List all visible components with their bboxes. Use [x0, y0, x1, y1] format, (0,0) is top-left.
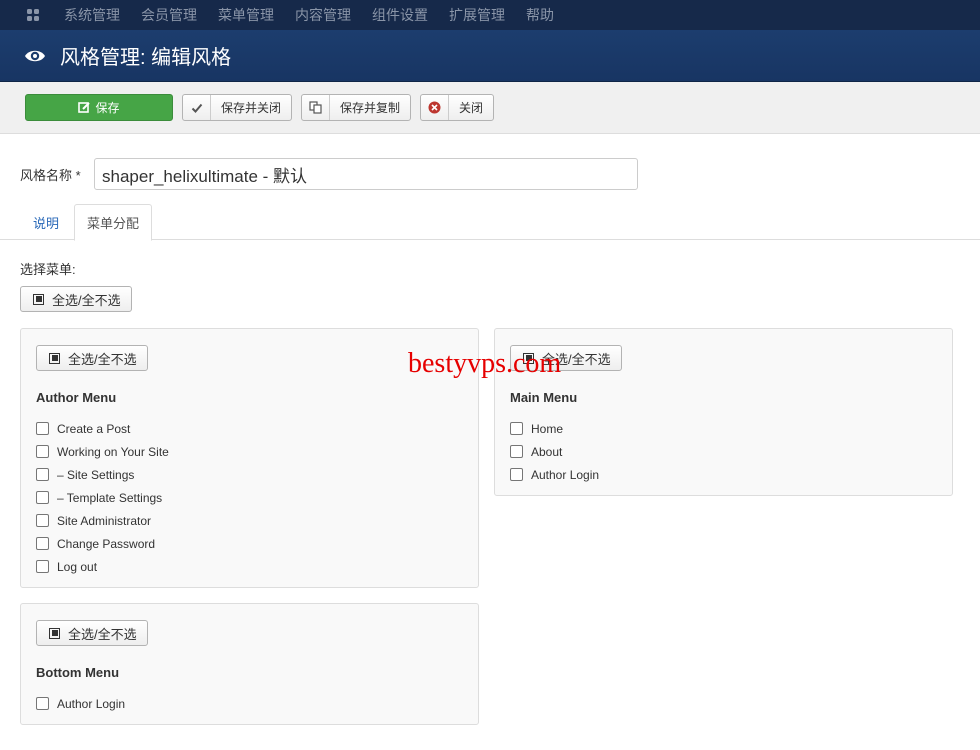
- menu-item: Home: [510, 417, 937, 440]
- nav-menus[interactable]: 菜单管理: [218, 0, 274, 30]
- top-navbar: 系统管理 会员管理 菜单管理 内容管理 组件设置 扩展管理 帮助: [0, 0, 980, 30]
- menu-item-checkbox[interactable]: [36, 514, 49, 527]
- menu-item-checkbox[interactable]: [36, 468, 49, 481]
- menu-item: Author Login: [36, 692, 463, 715]
- check-icon: [183, 95, 211, 120]
- toggle-all-button[interactable]: 全选/全不选: [20, 286, 132, 312]
- save-button[interactable]: 保存: [25, 94, 173, 121]
- nav-help[interactable]: 帮助: [526, 0, 554, 30]
- tab-menu-assignment[interactable]: 菜单分配: [74, 204, 152, 241]
- menu-title: Bottom Menu: [36, 665, 120, 680]
- joomla-logo-icon[interactable]: [24, 6, 42, 24]
- toggle-label: 全选/全不选: [68, 626, 137, 642]
- toggle-all-label: 全选/全不选: [52, 292, 121, 308]
- menu-item-checkbox[interactable]: [36, 537, 49, 550]
- toolbar: 保存 保存并关闭 保存并复制 关闭: [0, 82, 980, 134]
- menu-item: Log out: [36, 555, 463, 578]
- tab-description[interactable]: 说明: [20, 204, 72, 240]
- save-close-label: 保存并关闭: [221, 101, 282, 115]
- menu-item-checkbox[interactable]: [36, 491, 49, 504]
- menu-item-checkbox[interactable]: [510, 422, 523, 435]
- eye-icon: [25, 50, 45, 61]
- toggle-square-icon: [49, 627, 60, 639]
- menu-item-label: Site Administrator: [57, 513, 152, 528]
- menu-item-label: Create a Post: [57, 421, 131, 436]
- toggle-main-menu-button[interactable]: 全选/全不选: [510, 345, 622, 371]
- menu-item: – Template Settings: [36, 486, 463, 509]
- menu-item: Working on Your Site: [36, 440, 463, 463]
- save-close-button[interactable]: 保存并关闭: [182, 94, 293, 121]
- menu-item: Change Password: [36, 532, 463, 555]
- nav-extensions[interactable]: 扩展管理: [449, 0, 505, 30]
- save-copy-label: 保存并复制: [340, 101, 401, 115]
- menu-item-checkbox[interactable]: [36, 560, 49, 573]
- menu-title: Author Menu: [36, 390, 117, 405]
- close-button[interactable]: 关闭: [420, 94, 495, 121]
- copy-icon: [302, 95, 331, 120]
- menu-item-checkbox[interactable]: [510, 445, 523, 458]
- menu-item-checkbox[interactable]: [36, 422, 49, 435]
- menu-item-label: Author Login: [57, 696, 126, 711]
- toggle-square-icon: [49, 352, 60, 364]
- toggle-bottom-menu-button[interactable]: 全选/全不选: [36, 620, 148, 646]
- menu-item: Author Login: [510, 463, 937, 486]
- page-title: 风格管理: 编辑风格: [60, 47, 232, 69]
- menu-panel-author: 全选/全不选 Author Menu Create a Post Working…: [20, 328, 479, 588]
- edit-icon: [78, 95, 91, 120]
- menu-item-label: Working on Your Site: [57, 444, 169, 459]
- menu-item-label: Change Password: [57, 536, 156, 551]
- menu-panel-bottom: 全选/全不选 Bottom Menu Author Login: [20, 603, 479, 725]
- toggle-label: 全选/全不选: [68, 351, 137, 367]
- menu-panel-main: 全选/全不选 Main Menu Home About Author Login: [494, 328, 953, 496]
- menu-item-checkbox[interactable]: [510, 468, 523, 481]
- menu-item-checkbox[interactable]: [36, 697, 49, 710]
- save-label: 保存: [95, 101, 120, 115]
- close-circle-icon: [421, 95, 450, 120]
- nav-system[interactable]: 系统管理: [64, 0, 120, 30]
- toggle-author-menu-button[interactable]: 全选/全不选: [36, 345, 148, 371]
- menu-item-label: Home: [531, 421, 564, 436]
- nav-components[interactable]: 组件设置: [372, 0, 428, 30]
- menu-item-label: About: [531, 444, 563, 459]
- toggle-square-icon: [33, 293, 44, 305]
- menu-item-label: – Site Settings: [57, 467, 135, 482]
- page-header: 风格管理: 编辑风格: [0, 30, 980, 82]
- menu-item: Site Administrator: [36, 509, 463, 532]
- menu-item: – Site Settings: [36, 463, 463, 486]
- style-name-row: 风格名称 * shaper_helixultimate - 默认: [20, 158, 638, 190]
- nav-users[interactable]: 会员管理: [141, 0, 197, 30]
- close-label: 关闭: [459, 101, 484, 115]
- style-name-label: 风格名称 *: [20, 167, 81, 183]
- save-copy-button[interactable]: 保存并复制: [301, 94, 412, 121]
- style-name-input[interactable]: shaper_helixultimate - 默认: [94, 158, 638, 190]
- nav-content[interactable]: 内容管理: [295, 0, 351, 30]
- select-menu-label: 选择菜单:: [20, 262, 76, 277]
- menu-item: Create a Post: [36, 417, 463, 440]
- toggle-square-icon: [523, 352, 534, 364]
- menu-item: About: [510, 440, 937, 463]
- menu-title: Main Menu: [510, 390, 578, 405]
- menu-item-label: – Template Settings: [57, 490, 163, 505]
- toggle-label: 全选/全不选: [542, 351, 611, 367]
- menu-item-checkbox[interactable]: [36, 445, 49, 458]
- tab-bar: 说明 菜单分配: [0, 204, 980, 241]
- menu-item-label: Log out: [57, 559, 98, 574]
- menu-item-label: Author Login: [531, 467, 600, 482]
